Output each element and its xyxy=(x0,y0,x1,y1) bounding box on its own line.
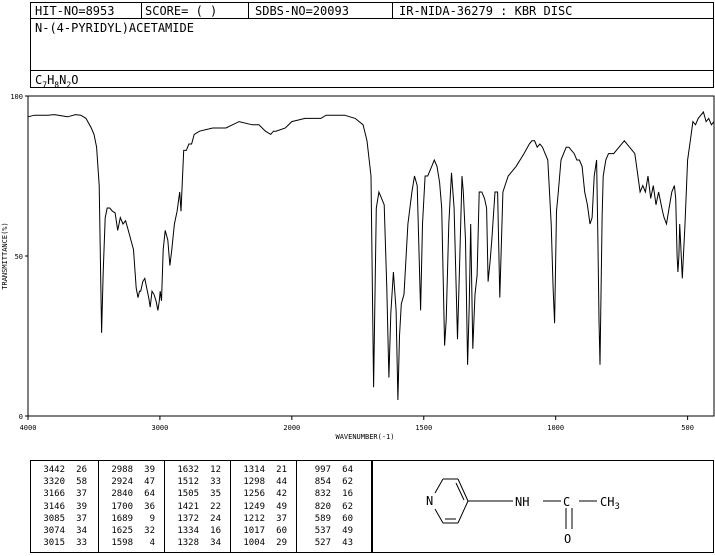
peak-transmittance: 24 xyxy=(210,513,221,524)
nh-label: NH xyxy=(515,495,529,509)
methyl-subscript: 3 xyxy=(614,502,619,512)
peak-transmittance: 36 xyxy=(144,501,155,512)
peak-wavenumber: 1017 xyxy=(243,526,265,536)
peak-wavenumber: 820 xyxy=(314,501,331,512)
peak-wavenumber: 1512 xyxy=(177,477,199,488)
peak-wavenumber: 1004 xyxy=(243,538,265,549)
x-tick-label: 500 xyxy=(681,424,694,432)
peak-wavenumber: 1505 xyxy=(177,489,199,500)
peak-transmittance: 33 xyxy=(210,477,221,488)
peak-transmittance: 58 xyxy=(76,477,87,488)
molecular-structure: N NH C CH3 O xyxy=(426,478,620,546)
peak-wavenumber: 1632 xyxy=(177,465,199,475)
y-axis-label: TRANSMITTANCE(%) xyxy=(1,222,9,289)
peak-transmittance: 37 xyxy=(76,489,87,500)
peak-wavenumber: 1212 xyxy=(243,513,265,524)
peak-wavenumber: 1700 xyxy=(111,501,133,512)
y-tick-label: 100 xyxy=(10,93,23,101)
peak-wavenumber: 1625 xyxy=(111,526,133,536)
peak-wavenumber: 2988 xyxy=(111,465,133,475)
x-tick-label: 1500 xyxy=(415,424,432,432)
peak-transmittance: 44 xyxy=(276,477,287,488)
peak-wavenumber: 1256 xyxy=(243,489,265,500)
peak-transmittance: 62 xyxy=(342,501,353,512)
peak-wavenumber: 3166 xyxy=(43,489,65,500)
peak-column-divider xyxy=(98,461,99,552)
peak-transmittance: 60 xyxy=(342,513,353,524)
peak-wavenumber: 1328 xyxy=(177,538,199,549)
peak-transmittance: 16 xyxy=(210,526,221,536)
peak-transmittance: 37 xyxy=(76,513,87,524)
peak-column-divider xyxy=(296,461,297,552)
x-axis-label: WAVENUMBER(-1) xyxy=(335,433,394,441)
peak-transmittance: 37 xyxy=(276,513,287,524)
spectrum-line xyxy=(27,110,715,401)
peak-transmittance: 34 xyxy=(76,526,87,536)
peak-wavenumber: 997 xyxy=(314,465,331,475)
methyl-ch: CH xyxy=(600,495,614,509)
peak-transmittance: 64 xyxy=(144,489,155,500)
peak-transmittance: 4 xyxy=(149,538,155,549)
peak-wavenumber: 589 xyxy=(314,513,331,524)
peak-wavenumber: 2840 xyxy=(111,489,133,500)
peak-transmittance: 60 xyxy=(276,526,287,536)
oxygen-label: O xyxy=(564,532,571,546)
peak-transmittance: 43 xyxy=(342,538,353,549)
peak-wavenumber: 3085 xyxy=(43,513,65,524)
peak-wavenumber: 3442 xyxy=(43,465,65,475)
x-tick-label: 4000 xyxy=(20,424,37,432)
peak-wavenumber: 3015 xyxy=(43,538,65,549)
peak-transmittance: 21 xyxy=(276,465,287,475)
y-tick-label: 50 xyxy=(15,253,23,261)
peak-wavenumber: 3146 xyxy=(43,501,65,512)
peak-transmittance: 16 xyxy=(342,489,353,500)
peak-wavenumber: 1334 xyxy=(177,526,199,536)
carbonyl-c-label: C xyxy=(563,495,570,509)
peak-transmittance: 62 xyxy=(342,477,353,488)
peak-wavenumber: 3320 xyxy=(43,477,65,488)
peak-wavenumber: 1372 xyxy=(177,513,199,524)
x-tick-label: 3000 xyxy=(151,424,168,432)
x-tick-label: 2000 xyxy=(283,424,300,432)
peak-transmittance: 34 xyxy=(210,538,221,549)
methyl-label: CH3 xyxy=(600,495,620,512)
x-tick-label: 1000 xyxy=(547,424,564,432)
peak-wavenumber: 1689 xyxy=(111,513,133,524)
peak-table: 3442 26 3320 58 3166 37 3146 39 3085 37 3074 34 3015… xyxy=(30,460,372,553)
peak-transmittance: 29 xyxy=(276,538,287,549)
peak-wavenumber: 2924 xyxy=(111,477,133,488)
peak-transmittance: 39 xyxy=(76,501,87,512)
peak-transmittance: 47 xyxy=(144,477,155,488)
peak-transmittance: 42 xyxy=(276,489,287,500)
peak-wavenumber: 1314 xyxy=(243,465,265,475)
ir-spectrum-chart: 0 50 100 4000 3000 2000 1500 1000 500 WAVENUMBE… xyxy=(1,93,715,441)
peak-transmittance: 9 xyxy=(149,513,155,524)
peak-transmittance: 39 xyxy=(144,465,155,475)
peak-wavenumber: 1249 xyxy=(243,501,265,512)
peak-wavenumber: 3074 xyxy=(43,526,65,536)
peak-transmittance: 22 xyxy=(210,501,221,512)
peak-wavenumber: 832 xyxy=(314,489,331,500)
peak-transmittance: 35 xyxy=(210,489,221,500)
peak-wavenumber: 537 xyxy=(314,526,331,536)
peak-transmittance: 49 xyxy=(342,526,353,536)
peak-transmittance: 33 xyxy=(76,538,87,549)
peak-column-divider xyxy=(230,461,231,552)
pyridine-n-label: N xyxy=(426,494,433,508)
peak-transmittance: 12 xyxy=(210,465,221,475)
peak-wavenumber: 1598 xyxy=(111,538,133,549)
peak-wavenumber: 1298 xyxy=(243,477,265,488)
peak-wavenumber: 527 xyxy=(314,538,331,549)
peak-column-divider xyxy=(164,461,165,552)
plot-frame xyxy=(27,95,715,417)
peak-transmittance: 26 xyxy=(76,465,87,475)
peak-wavenumber: 1421 xyxy=(177,501,199,512)
structure-box: N NH C CH3 O xyxy=(372,460,714,553)
peak-transmittance: 49 xyxy=(276,501,287,512)
peak-transmittance: 32 xyxy=(144,526,155,536)
peak-transmittance: 64 xyxy=(342,465,353,475)
y-tick-label: 0 xyxy=(19,413,23,421)
peak-wavenumber: 854 xyxy=(314,477,331,488)
